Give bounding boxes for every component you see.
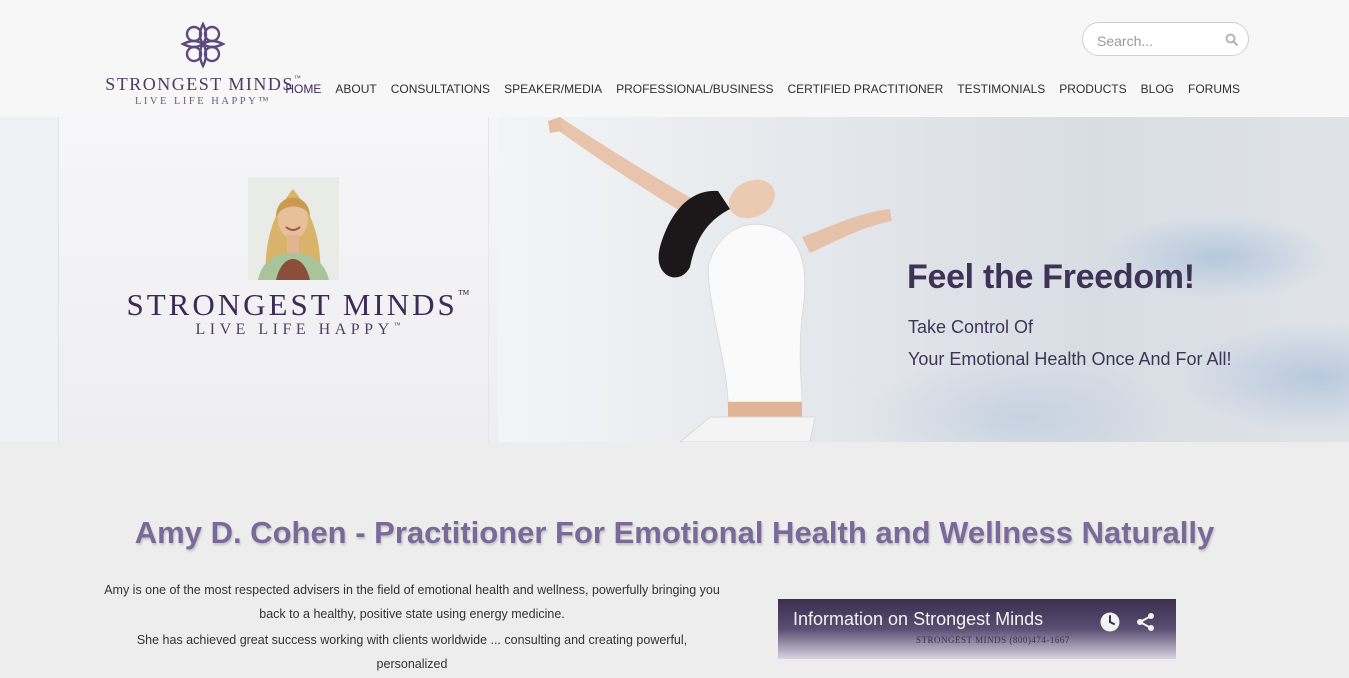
page-title: Amy D. Cohen - Practitioner For Emotiona…: [134, 515, 1215, 550]
logo-name: STRONGEST MINDS™: [105, 74, 301, 94]
watch-later-clock-icon[interactable]: [1100, 612, 1120, 632]
hero-brand-logo: STRONGEST MINDS™ LIVE LIFE HAPPY™: [112, 287, 484, 339]
nav-item-about[interactable]: ABOUT: [328, 82, 383, 96]
logo-tagline: LIVE LIFE HAPPY™: [134, 96, 272, 107]
intro-paragraph-2: She has achieved great success working w…: [136, 633, 688, 671]
site-header: STRONGEST MINDS™ LIVE LIFE HAPPY™ HOME A…: [0, 0, 1349, 117]
flower-ornament-icon: [180, 21, 226, 69]
hero-subheadline-line-1: Take Control Of: [908, 317, 1034, 337]
nav-item-professional-business[interactable]: PROFESSIONAL/BUSINESS: [609, 82, 780, 96]
nav-item-speaker-media[interactable]: SPEAKER/MEDIA: [497, 82, 609, 96]
share-icon[interactable]: [1136, 612, 1156, 632]
nav-item-certified-practitioner[interactable]: CERTIFIED PRACTITIONER: [780, 82, 950, 96]
nav-item-consultations[interactable]: CONSULTATIONS: [384, 82, 497, 96]
search-box: [1082, 22, 1249, 56]
hero-headline: Feel the Freedom!: [907, 258, 1195, 296]
portrait-photo: [248, 177, 339, 280]
intro-paragraph-1: Amy is one of the most respected adviser…: [104, 583, 720, 621]
video-player[interactable]: Information on Strongest Minds STRONGEST…: [778, 599, 1176, 659]
hero-subheadline: Take Control Of Your Emotional Health On…: [908, 311, 1232, 375]
nav-item-home[interactable]: HOME: [278, 82, 328, 96]
nav-item-blog[interactable]: BLOG: [1134, 82, 1181, 96]
hero-subheadline-line-2: Your Emotional Health Once And For All!: [908, 349, 1232, 369]
intro-text: Amy is one of the most respected adviser…: [104, 578, 720, 678]
search-input[interactable]: [1095, 30, 1219, 52]
nav-item-forums[interactable]: FORUMS: [1181, 82, 1247, 96]
video-title[interactable]: Information on Strongest Minds: [793, 609, 1043, 630]
woman-arms-raised-image: [548, 117, 892, 442]
main-nav: HOME ABOUT CONSULTATIONS SPEAKER/MEDIA P…: [278, 82, 1247, 96]
nav-item-products[interactable]: PRODUCTS: [1052, 82, 1133, 96]
site-logo[interactable]: STRONGEST MINDS™ LIVE LIFE HAPPY™: [103, 20, 303, 107]
hero-brand-tagline: LIVE LIFE HAPPY™: [195, 321, 401, 338]
hero-brand-name: STRONGEST MINDS™: [126, 287, 470, 322]
nav-item-testimonials[interactable]: TESTIMONIALS: [950, 82, 1052, 96]
video-subtitle: STRONGEST MINDS (800)474-1667: [916, 635, 1070, 645]
search-icon[interactable]: [1225, 33, 1238, 46]
